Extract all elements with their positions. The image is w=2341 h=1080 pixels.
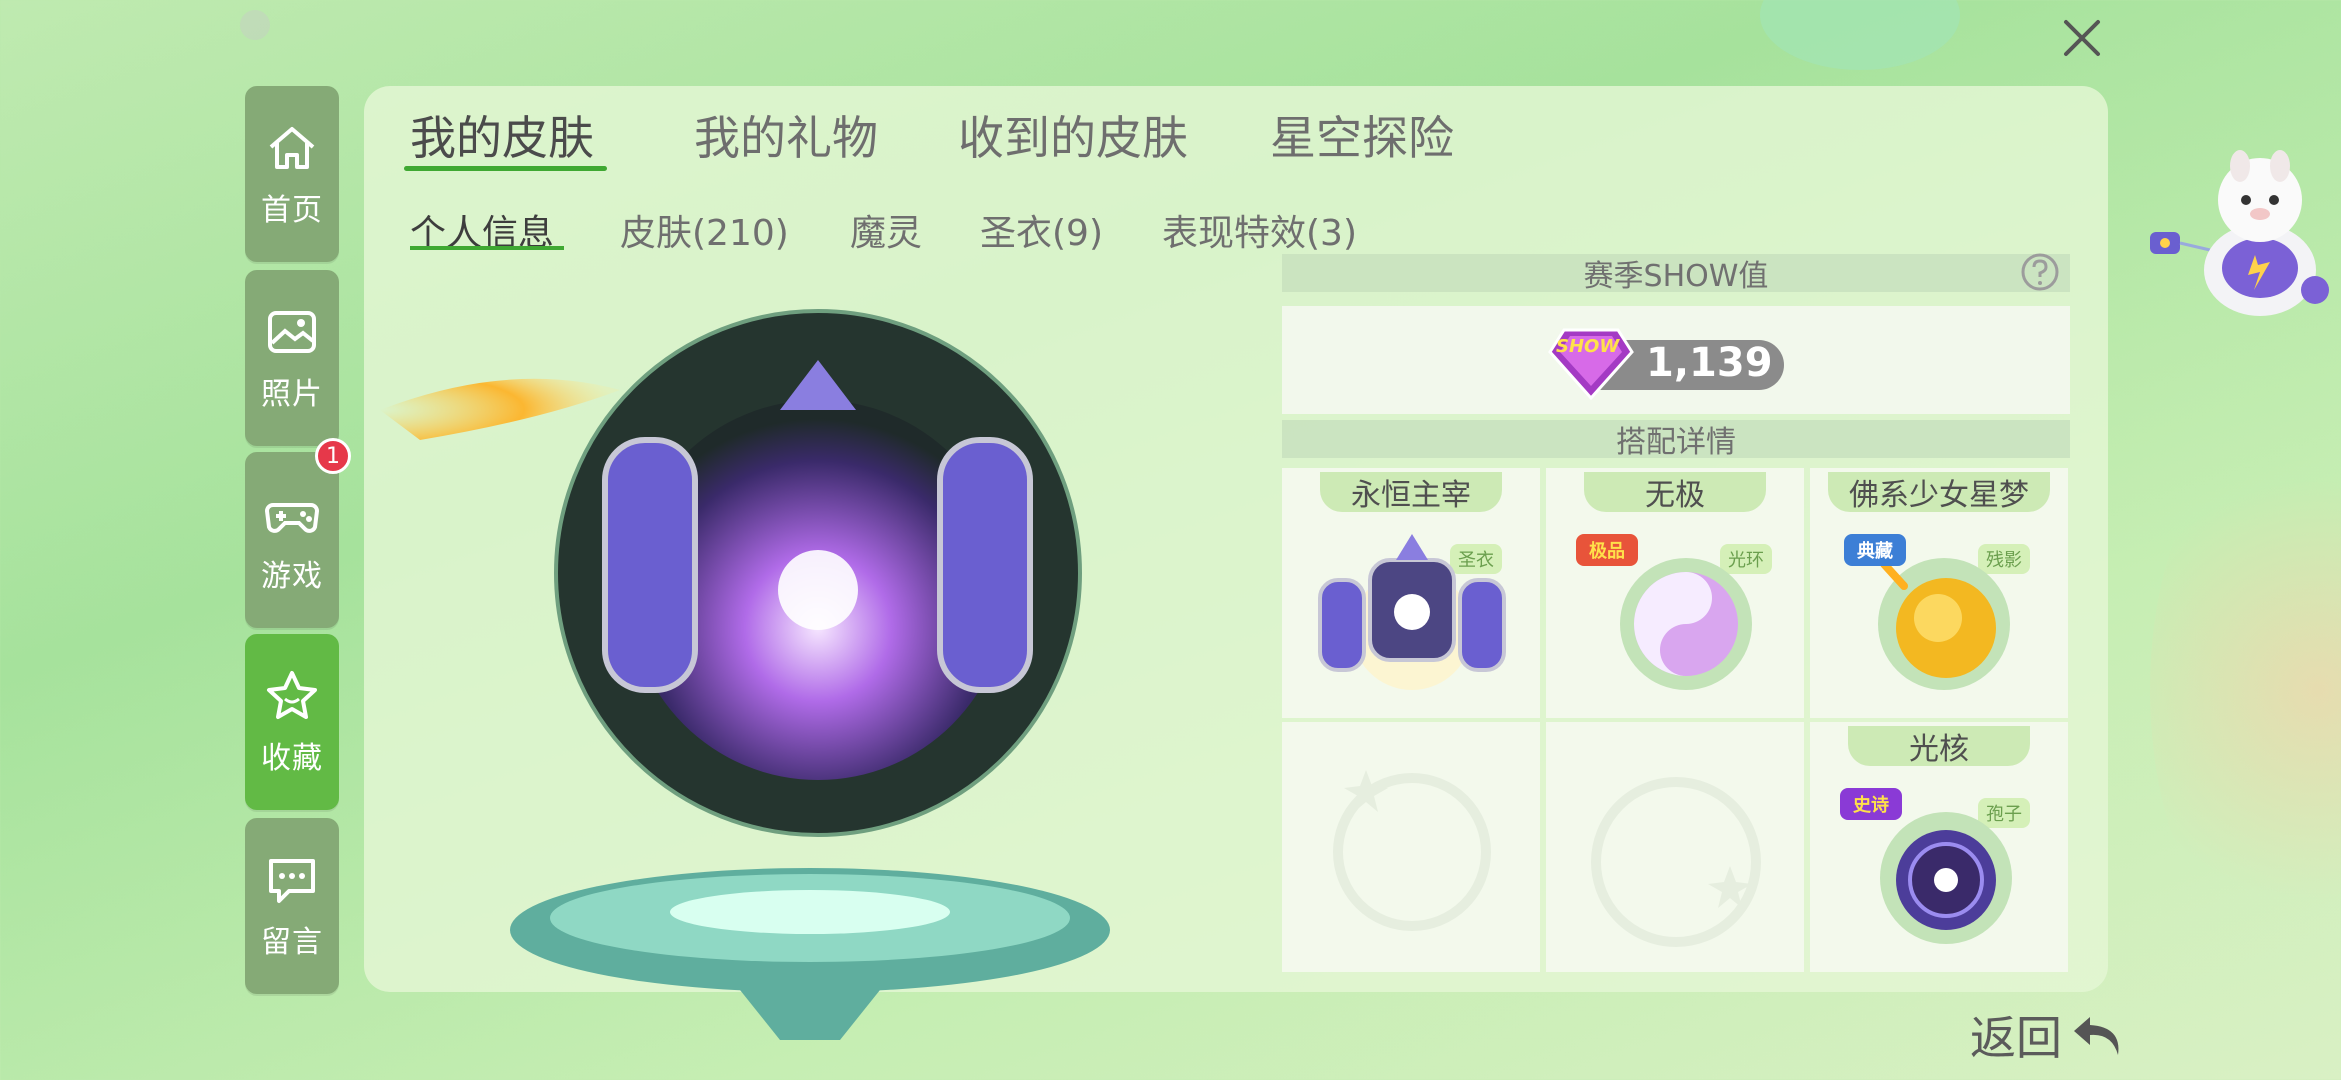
return-label: 返回 <box>1970 1011 2062 1065</box>
help-icon[interactable] <box>2020 252 2060 292</box>
pedestal-stand <box>740 990 880 1040</box>
mech-right-arm <box>937 437 1033 693</box>
tab-my-gifts[interactable]: 我的礼物 <box>694 102 878 168</box>
sidebar-item-label: 首页 <box>261 193 323 228</box>
sidebar-item-photos[interactable]: 照片 <box>245 270 339 446</box>
show-value-header: 赛季SHOW值 <box>1282 254 2070 294</box>
sidebar-item-games[interactable]: 1 游戏 <box>245 438 351 628</box>
empty-slot-icon <box>1591 777 1761 947</box>
rarity-badge: 典藏 <box>1844 534 1906 566</box>
active-subtab-indicator <box>410 246 564 250</box>
background-orb <box>2150 440 2341 940</box>
comet-tail <box>380 378 620 440</box>
sidebar-item-home[interactable]: 首页 <box>245 86 339 262</box>
background-dot <box>240 10 270 40</box>
outfit-slot-empty[interactable] <box>1546 722 1804 972</box>
tab-my-skins[interactable]: 我的皮肤 <box>410 102 594 168</box>
photo-icon <box>268 311 316 353</box>
outfit-slot-title: 永恒主宰 <box>1320 472 1502 513</box>
subtab-spirits[interactable]: 魔灵 <box>850 204 922 256</box>
sidebar-item-label: 照片 <box>261 377 323 412</box>
star-icon <box>267 671 317 719</box>
spore-core-icon <box>1880 812 2012 944</box>
subtab-effects[interactable]: 表现特效(3) <box>1162 204 1357 256</box>
show-value-title: 赛季SHOW值 <box>1583 259 1769 294</box>
home-icon <box>269 127 315 169</box>
display-pedestal-light <box>670 890 950 934</box>
background-glow <box>1760 0 1960 70</box>
message-icon <box>269 859 315 903</box>
sidebar-item-favorites[interactable]: 收藏 <box>245 634 339 810</box>
sidebar-item-label: 游戏 <box>261 559 323 594</box>
empty-slot-icon <box>1333 770 1491 931</box>
active-tab-indicator <box>404 166 607 171</box>
outfit-slot-armor[interactable]: 永恒主宰 圣衣 <box>1282 468 1540 718</box>
rarity-badge: 极品 <box>1576 534 1638 566</box>
tab-star-adventure[interactable]: 星空探险 <box>1270 102 1454 168</box>
outfit-slot-core[interactable]: 光核 孢子 史诗 <box>1810 722 2068 972</box>
outfit-slot-afterimage[interactable]: 佛系少女星梦 残影 典藏 <box>1810 468 2068 718</box>
sidebar-item-messages[interactable]: 留言 <box>245 818 339 994</box>
mech-core <box>778 550 858 630</box>
show-value: 1,139 <box>1646 340 1773 386</box>
tab-received-skins[interactable]: 收到的皮肤 <box>958 102 1188 168</box>
notification-badge: 1 <box>315 438 351 474</box>
rarity-badge: 史诗 <box>1840 788 1902 820</box>
mech-armor-icon <box>1318 534 1506 690</box>
outfit-slot-halo[interactable]: 无极 光环 极品 <box>1546 468 1804 718</box>
outfit-slot-empty[interactable] <box>1282 722 1540 972</box>
show-value-box: SHOW 1,139 <box>1282 306 2070 414</box>
show-gem-icon <box>1548 328 1634 401</box>
outfit-details-title: 搭配详情 <box>1616 425 1736 460</box>
sidebar-item-label: 留言 <box>261 925 323 960</box>
subtab-armor[interactable]: 圣衣(9) <box>980 204 1103 256</box>
close-icon[interactable] <box>2058 14 2106 62</box>
character-showcase <box>380 309 1110 1040</box>
mech-left-arm <box>602 437 698 693</box>
gamepad-icon <box>264 503 320 533</box>
return-arrow-icon <box>2074 1017 2119 1055</box>
outfit-slot-title: 佛系少女星梦 <box>1828 472 2050 513</box>
outfit-slot-title: 光核 <box>1848 726 2030 767</box>
outfit-details-header: 搭配详情 <box>1282 420 2070 460</box>
golden-sun-orb-icon <box>1878 558 2010 690</box>
subtab-skins[interactable]: 皮肤(210) <box>620 204 789 256</box>
yin-yang-orb-icon <box>1620 558 1752 690</box>
outfit-slot-title: 无极 <box>1584 472 1766 513</box>
alpaca-mascot-icon <box>2150 150 2329 316</box>
show-gem-label: SHOW <box>1556 336 1620 357</box>
sidebar-item-label: 收藏 <box>261 741 323 776</box>
return-button[interactable]: 返回 <box>1970 1002 2128 1068</box>
